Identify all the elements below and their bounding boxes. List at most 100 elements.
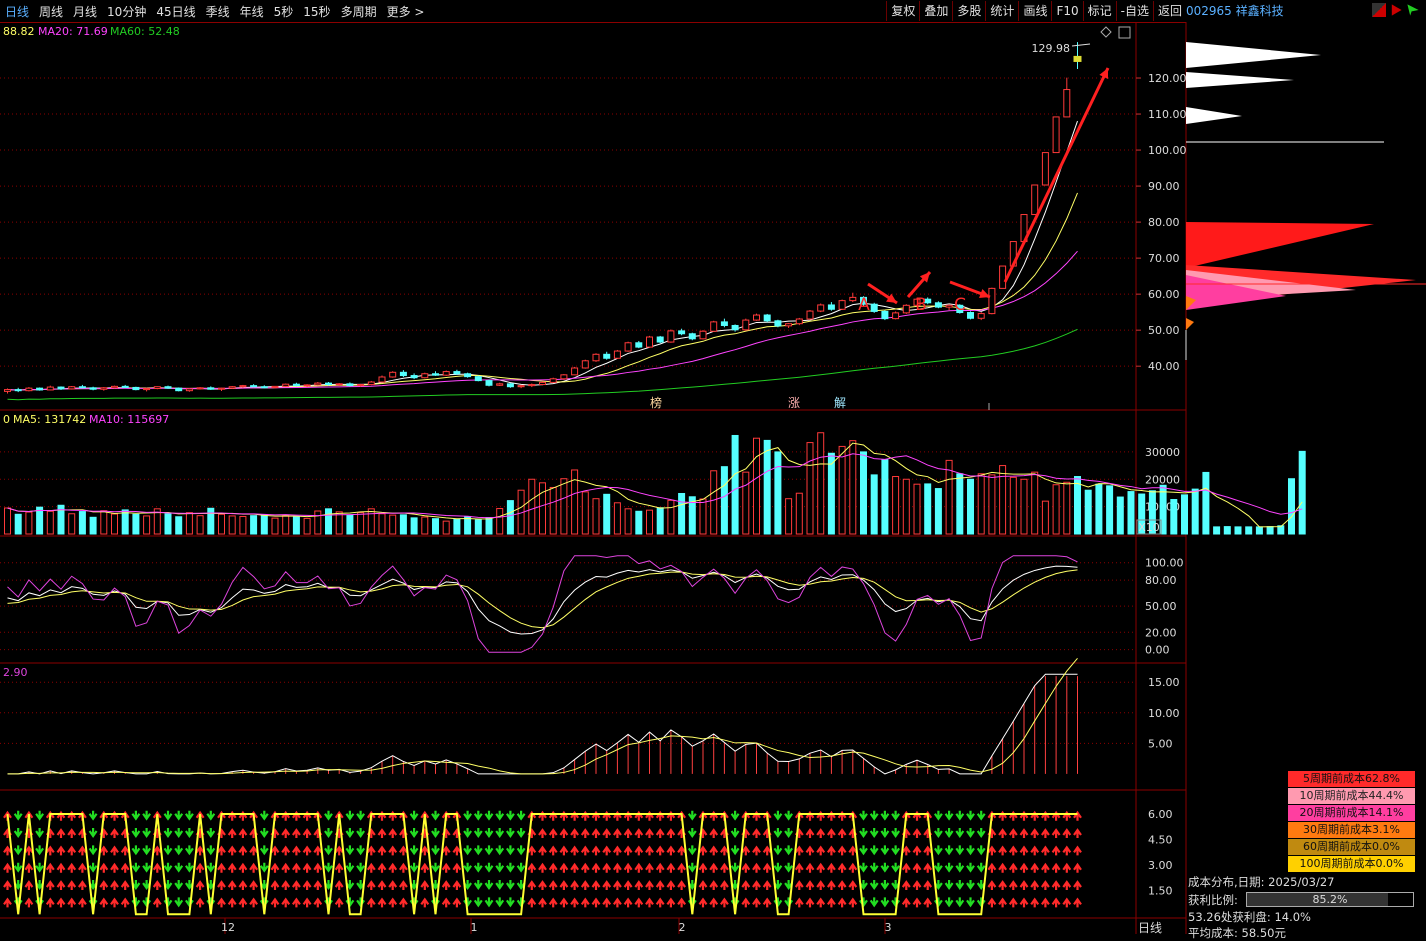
ma60-value: MA60: 52.48 xyxy=(110,25,180,38)
up-arrow-icon xyxy=(709,897,719,908)
down-arrow-icon xyxy=(163,810,173,821)
profit-ratio-text: 85.2% xyxy=(1312,893,1348,906)
up-arrow-icon xyxy=(912,845,922,856)
up-arrow-icon xyxy=(570,845,580,856)
up-arrow-icon xyxy=(152,880,162,891)
up-arrow-icon xyxy=(826,828,836,839)
up-arrow-icon xyxy=(67,880,77,891)
volume-bar xyxy=(399,514,407,535)
down-arrow-icon xyxy=(184,862,194,873)
candle-body xyxy=(207,387,215,390)
up-arrow-icon xyxy=(570,862,580,873)
volume-bar xyxy=(1181,494,1188,535)
up-arrow-icon xyxy=(313,862,323,873)
volume-bar xyxy=(924,483,932,535)
up-arrow-icon xyxy=(1051,845,1061,856)
volume-bar xyxy=(432,518,439,535)
up-arrow-icon xyxy=(152,897,162,908)
down-arrow-icon xyxy=(933,862,943,873)
candle-body xyxy=(282,383,290,387)
up-arrow-icon xyxy=(623,845,633,856)
down-arrow-icon xyxy=(88,845,98,856)
down-arrow-icon xyxy=(409,810,419,821)
candle-body xyxy=(303,384,311,387)
candle-body xyxy=(678,330,686,335)
down-arrow-icon xyxy=(484,845,494,856)
up-arrow-icon xyxy=(527,845,537,856)
up-arrow-icon xyxy=(612,897,622,908)
up-arrow-icon xyxy=(110,880,119,891)
down-arrow-icon xyxy=(473,862,483,873)
candle-body xyxy=(378,376,386,383)
price-tick-label: 100.00 xyxy=(1148,144,1187,157)
up-arrow-icon xyxy=(816,862,826,873)
candle-body xyxy=(196,387,204,390)
down-arrow-icon xyxy=(35,810,45,821)
down-arrow-icon xyxy=(966,845,975,856)
candle-body xyxy=(164,386,172,389)
volume-bar xyxy=(763,439,771,535)
down-arrow-icon xyxy=(259,845,269,856)
p5-tick-label: 3.00 xyxy=(1148,859,1173,872)
up-arrow-icon xyxy=(441,862,451,873)
up-arrow-icon xyxy=(602,897,612,908)
down-arrow-icon xyxy=(142,828,152,838)
up-arrow-icon xyxy=(377,862,387,873)
p4-value: 2.90 xyxy=(3,666,28,679)
up-arrow-icon xyxy=(548,880,558,891)
volume-bar xyxy=(902,478,910,535)
up-arrow-icon xyxy=(227,880,237,891)
osc-tick-label: 100.00 xyxy=(1145,557,1184,570)
candle-body xyxy=(549,378,557,383)
up-arrow-icon xyxy=(452,845,462,856)
down-arrow-icon xyxy=(409,828,419,838)
event-marker: 榜 xyxy=(650,395,662,410)
candle-body xyxy=(1031,184,1039,216)
down-arrow-icon xyxy=(88,862,98,873)
stock-chart[interactable]: 40.0050.0060.0070.0080.0090.00100.00110.… xyxy=(0,0,1426,934)
down-arrow-icon xyxy=(324,862,333,873)
up-arrow-icon xyxy=(45,880,55,891)
chip-red-band xyxy=(1186,222,1374,268)
volume-bar xyxy=(1127,491,1135,535)
up-arrow-icon xyxy=(120,862,130,873)
up-arrow-icon xyxy=(441,845,451,856)
candle-body xyxy=(367,381,375,386)
up-arrow-icon xyxy=(120,880,130,891)
down-arrow-icon xyxy=(163,828,173,838)
up-arrow-icon xyxy=(677,845,687,856)
up-arrow-icon xyxy=(602,880,612,891)
up-arrow-icon xyxy=(1051,897,1061,908)
diamond-icon xyxy=(1100,26,1112,38)
candle-body xyxy=(624,342,632,352)
up-arrow-icon xyxy=(591,845,601,856)
up-arrow-icon xyxy=(677,897,687,908)
chip-white-band xyxy=(1186,42,1321,68)
volume-bar xyxy=(827,452,835,535)
down-arrow-icon xyxy=(505,897,515,908)
volume-bar xyxy=(357,512,365,535)
settings-icon[interactable] xyxy=(1118,26,1131,39)
up-arrow-icon xyxy=(366,862,376,873)
up-arrow-icon xyxy=(719,845,729,856)
up-arrow-icon xyxy=(602,828,612,839)
up-arrow-icon xyxy=(195,862,205,873)
up-arrow-icon xyxy=(634,828,644,839)
volume-bar xyxy=(1095,483,1103,535)
up-arrow-icon xyxy=(923,862,933,873)
up-arrow-icon xyxy=(816,845,826,856)
up-arrow-icon xyxy=(1040,862,1050,873)
up-arrow-icon xyxy=(794,897,804,908)
up-arrow-icon xyxy=(634,862,644,873)
x-axis-label: 3 xyxy=(885,921,892,934)
up-arrow-icon xyxy=(752,862,761,873)
up-arrow-icon xyxy=(67,828,77,839)
up-arrow-icon xyxy=(709,862,719,873)
down-arrow-icon xyxy=(356,845,366,856)
down-arrow-icon xyxy=(431,810,440,821)
up-arrow-icon xyxy=(559,828,569,839)
candle-body xyxy=(849,296,857,302)
volume-tick-label: 30000 xyxy=(1145,446,1180,459)
up-arrow-icon xyxy=(1030,862,1040,873)
down-arrow-icon xyxy=(495,897,505,908)
